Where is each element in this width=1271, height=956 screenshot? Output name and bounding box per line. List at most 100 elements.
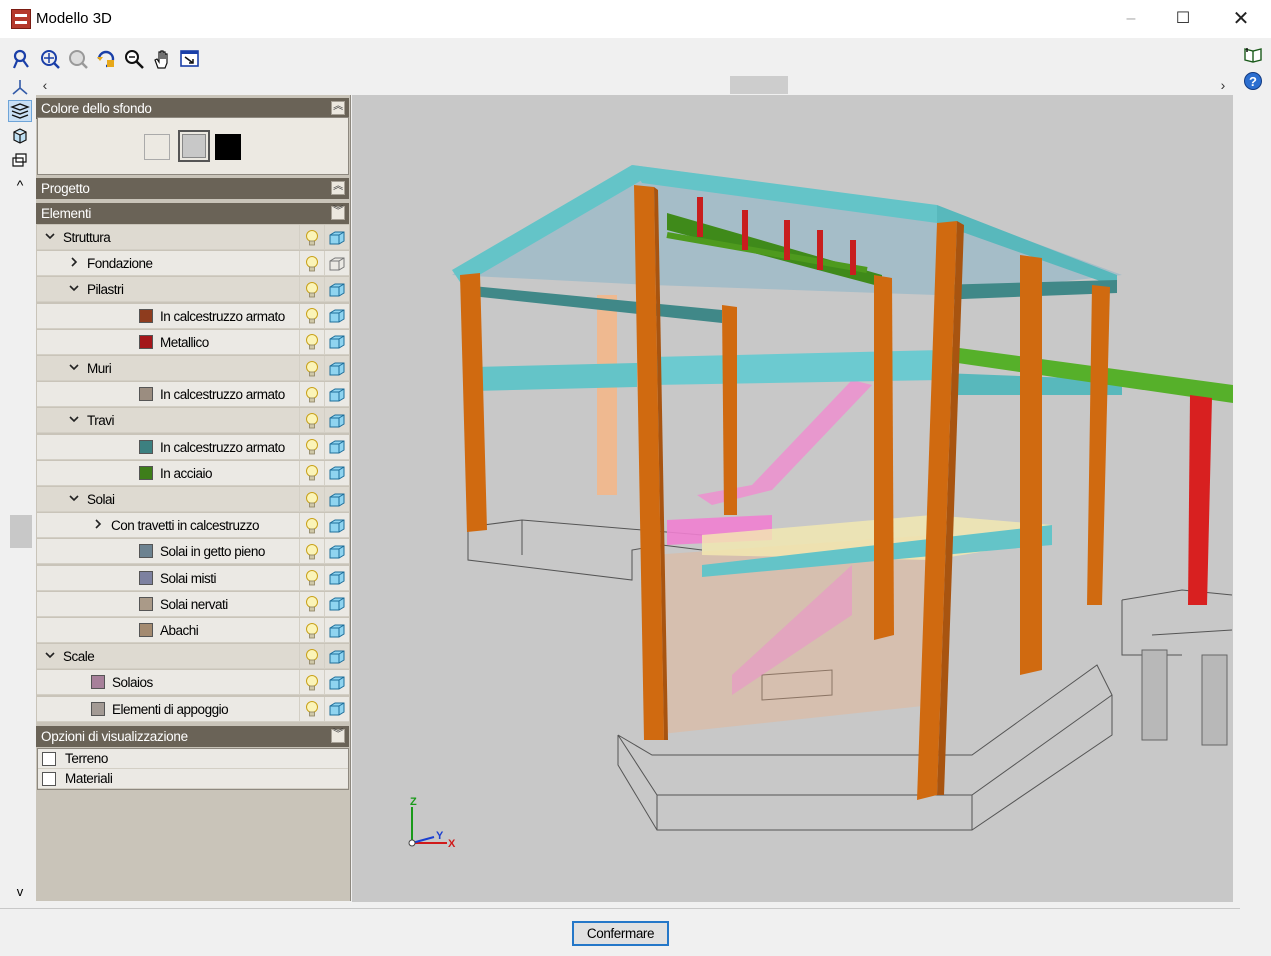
bulb-icon[interactable] (299, 460, 324, 486)
solid-cube-icon[interactable] (324, 618, 349, 643)
help-icon[interactable]: ? (1243, 71, 1263, 91)
chevron-down-icon[interactable] (67, 360, 81, 374)
chevron-down-icon[interactable] (67, 412, 81, 426)
solid-cube-icon[interactable] (324, 408, 349, 434)
scroll-up-icon[interactable]: ^ (8, 174, 32, 196)
confirm-button[interactable]: Confermare (572, 921, 669, 946)
chevron-down-icon[interactable] (67, 281, 81, 295)
tree-row[interactable]: Struttura (37, 225, 349, 250)
collapse-icon[interactable]: ︽ (331, 101, 345, 115)
zoom-extents-icon[interactable] (11, 48, 33, 70)
tree-row[interactable]: Metallico (37, 329, 349, 355)
3d-viewport[interactable]: Z Y X (352, 95, 1233, 902)
layers-icon[interactable] (8, 100, 32, 122)
bulb-icon[interactable] (299, 539, 324, 565)
color-swatch[interactable] (91, 675, 105, 690)
solid-cube-icon[interactable] (324, 277, 349, 303)
options-section-header[interactable]: Opzioni di visualizzazione ︾ (36, 726, 349, 747)
tree-row[interactable]: Solaios (37, 670, 349, 696)
collapse-icon[interactable]: ︾ (331, 206, 345, 220)
scroll-left-icon[interactable]: ‹ (37, 76, 53, 94)
cube-view-icon[interactable] (8, 125, 32, 147)
terreno-checkbox[interactable] (42, 752, 56, 766)
color-swatch[interactable] (91, 701, 105, 716)
bulb-icon[interactable] (299, 513, 324, 539)
color-swatch[interactable] (139, 544, 153, 559)
scroll-thumb[interactable] (730, 76, 788, 94)
chevron-right-icon[interactable] (91, 517, 105, 531)
axes-icon[interactable] (8, 76, 32, 98)
bulb-icon[interactable] (299, 434, 324, 460)
bulb-icon[interactable] (299, 696, 324, 722)
color-swatch[interactable] (139, 465, 153, 480)
solid-cube-icon[interactable] (324, 329, 349, 355)
solid-cube-icon[interactable] (324, 356, 349, 381)
bulb-icon[interactable] (299, 356, 324, 381)
wireframe-cube-icon[interactable] (324, 251, 349, 277)
zoom-icon[interactable] (123, 48, 145, 70)
solid-cube-icon[interactable] (324, 565, 349, 591)
bulb-icon[interactable] (299, 644, 324, 670)
white-swatch[interactable] (144, 134, 170, 160)
project-section-header[interactable]: Progetto ︽ (36, 178, 349, 199)
vertical-scroll-thumb[interactable] (10, 515, 32, 548)
close-button[interactable]: ✕ (1218, 0, 1264, 38)
zoom-previous-icon[interactable] (67, 48, 89, 70)
solid-cube-icon[interactable] (324, 670, 349, 696)
tree-row[interactable]: In calcestruzzo armato (37, 434, 349, 460)
rotate-icon[interactable] (95, 48, 117, 70)
bulb-icon[interactable] (299, 565, 324, 591)
solid-cube-icon[interactable] (324, 487, 349, 512)
tree-row[interactable]: Scale (37, 644, 349, 670)
elements-section-header[interactable]: Elementi ︾ (36, 203, 349, 224)
expand-icon[interactable]: ︽ (331, 181, 345, 195)
zoom-window-icon[interactable] (39, 48, 61, 70)
chevron-right-icon[interactable] (67, 255, 81, 269)
scroll-down-icon[interactable]: v (8, 880, 32, 902)
solid-cube-icon[interactable] (324, 539, 349, 565)
chevron-down-icon[interactable] (67, 491, 81, 505)
tree-row[interactable]: In acciaio (37, 460, 349, 486)
solid-cube-icon[interactable] (324, 696, 349, 722)
materiali-checkbox[interactable] (42, 772, 56, 786)
bulb-icon[interactable] (299, 408, 324, 434)
collapse-icon[interactable]: ︾ (331, 729, 345, 743)
tree-row[interactable]: Solai (37, 487, 349, 512)
chevron-down-icon[interactable] (43, 648, 57, 662)
option-materiali[interactable]: Materiali (38, 769, 348, 789)
black-swatch[interactable] (215, 134, 241, 160)
gray-swatch[interactable] (178, 130, 210, 162)
bulb-icon[interactable] (299, 251, 324, 277)
bulb-icon[interactable] (299, 382, 324, 408)
tree-row[interactable]: Solai in getto pieno (37, 539, 349, 565)
bulb-icon[interactable] (299, 225, 324, 250)
fit-view-icon[interactable] (179, 48, 201, 70)
solid-cube-icon[interactable] (324, 303, 349, 329)
bulb-icon[interactable] (299, 487, 324, 512)
solid-cube-icon[interactable] (324, 513, 349, 539)
color-swatch[interactable] (139, 334, 153, 349)
book-icon[interactable] (1243, 44, 1263, 64)
tree-row[interactable]: Fondazione (37, 251, 349, 277)
solid-cube-icon[interactable] (324, 591, 349, 617)
option-terreno[interactable]: Terreno (38, 749, 348, 769)
pan-hand-icon[interactable] (151, 48, 173, 70)
tree-row[interactable]: Solai nervati (37, 591, 349, 617)
solid-cube-icon[interactable] (324, 644, 349, 670)
background-section-header[interactable]: Colore dello sfondo ︽ (36, 98, 349, 119)
bulb-icon[interactable] (299, 618, 324, 643)
color-swatch[interactable] (139, 596, 153, 611)
solid-cube-icon[interactable] (324, 434, 349, 460)
tree-row[interactable]: In calcestruzzo armato (37, 303, 349, 329)
tree-row[interactable]: Travi (37, 408, 349, 434)
bulb-icon[interactable] (299, 591, 324, 617)
bulb-icon[interactable] (299, 670, 324, 696)
tree-row[interactable]: Muri (37, 356, 349, 381)
tree-row[interactable]: Solai misti (37, 565, 349, 591)
color-swatch[interactable] (139, 570, 153, 585)
maximize-button[interactable]: ☐ (1160, 0, 1206, 38)
scroll-right-icon[interactable]: › (1215, 76, 1231, 94)
minimize-button[interactable]: – (1108, 0, 1154, 38)
color-swatch[interactable] (139, 308, 153, 323)
bulb-icon[interactable] (299, 329, 324, 355)
